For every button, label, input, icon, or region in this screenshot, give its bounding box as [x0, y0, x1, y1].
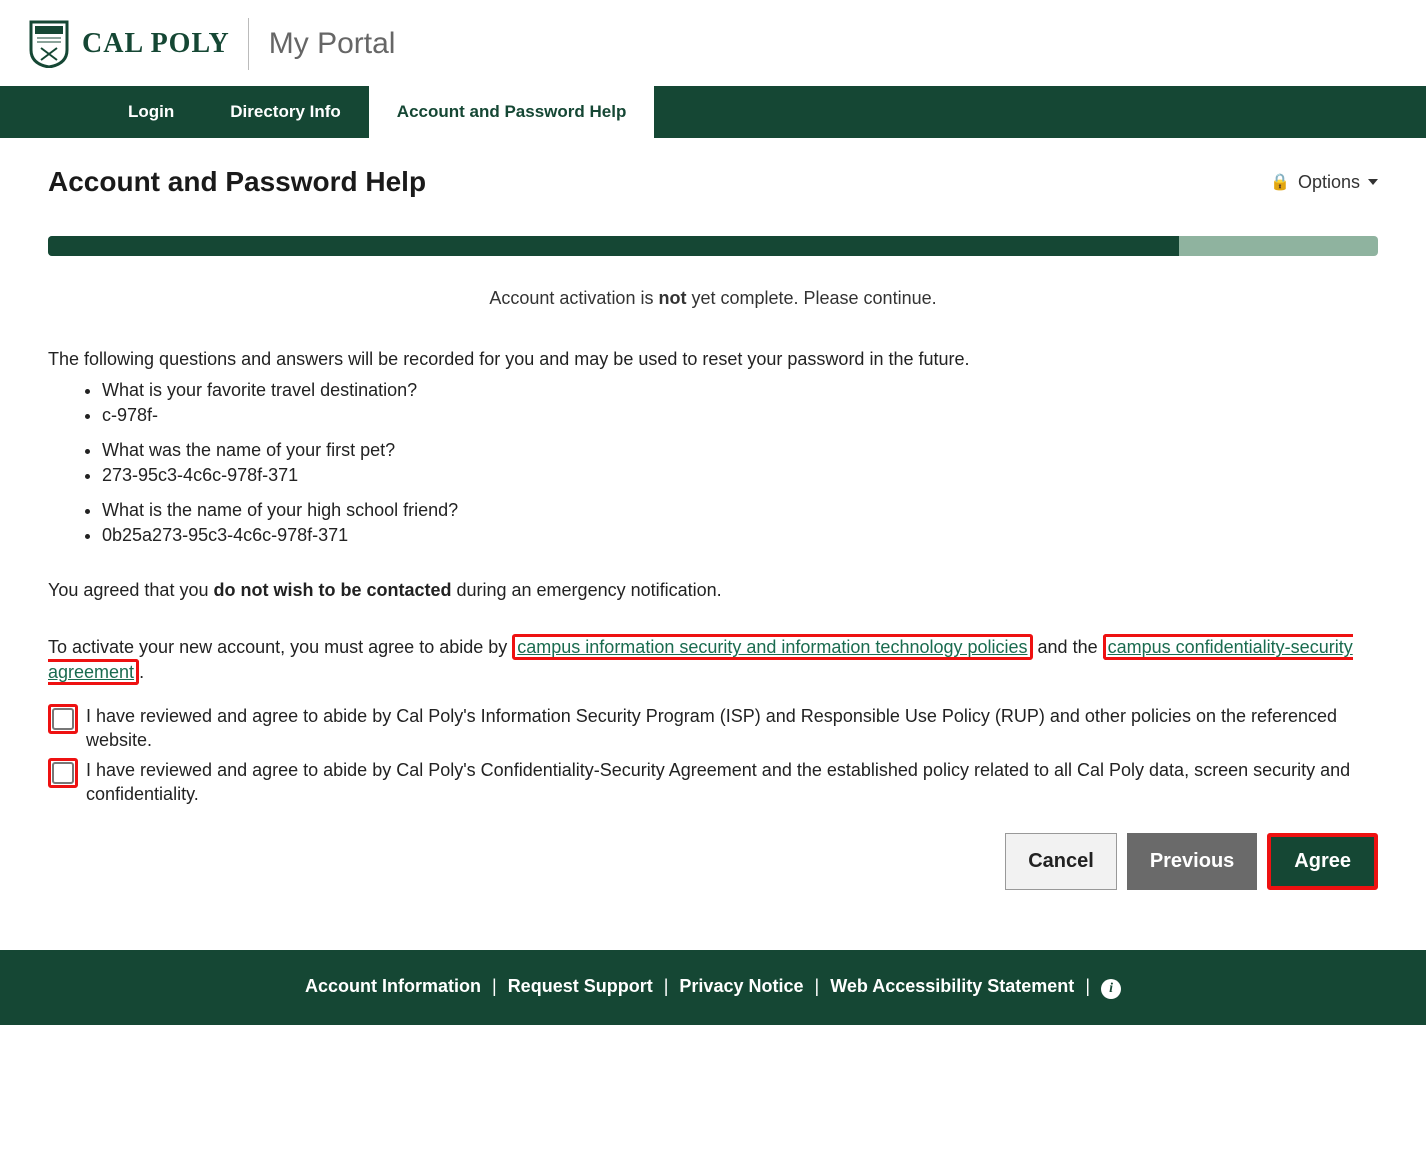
question-3: What is the name of your high school fri… [102, 500, 1378, 521]
agreement-text-1: I have reviewed and agree to abide by Ca… [86, 704, 1378, 753]
emergency-prefix: You agreed that you [48, 580, 213, 600]
answer-1: c-978f- [102, 405, 1378, 426]
activate-instruction: To activate your new account, you must a… [48, 635, 1378, 685]
status-bold: not [658, 288, 686, 308]
footer-sep: | [1085, 976, 1090, 996]
status-suffix: yet complete. Please continue. [686, 288, 936, 308]
header: CAL POLY My Portal [0, 0, 1426, 86]
agreement-row-1: I have reviewed and agree to abide by Ca… [48, 704, 1378, 753]
emergency-suffix: during an emergency notification. [451, 580, 721, 600]
qa-list: What is your favorite travel destination… [48, 380, 1378, 546]
lock-icon: 🔒 [1270, 172, 1290, 192]
options-dropdown[interactable]: 🔒 Options [1270, 172, 1378, 193]
footer-link-accessibility[interactable]: Web Accessibility Statement [830, 976, 1074, 996]
agreements: I have reviewed and agree to abide by Ca… [48, 704, 1378, 807]
agreement-row-2: I have reviewed and agree to abide by Ca… [48, 758, 1378, 807]
status-message: Account activation is not yet complete. … [48, 288, 1378, 309]
footer-sep: | [664, 976, 669, 996]
emergency-bold: do not wish to be contacted [213, 580, 451, 600]
intro-text: The following questions and answers will… [48, 349, 1378, 370]
footer-link-account-info[interactable]: Account Information [305, 976, 481, 996]
chevron-down-icon [1368, 179, 1378, 185]
emergency-notice: You agreed that you do not wish to be co… [48, 578, 1378, 603]
activate-prefix: To activate your new account, you must a… [48, 637, 512, 657]
footer: Account Information | Request Support | … [0, 950, 1426, 1025]
link-info-security-policies[interactable]: campus information security and informat… [517, 637, 1027, 657]
button-row: Cancel Previous Agree [48, 833, 1378, 890]
footer-sep: | [492, 976, 497, 996]
page-title: Account and Password Help [48, 166, 426, 198]
main-content: Account and Password Help 🔒 Options Acco… [0, 138, 1426, 922]
nav-bar: Login Directory Info Account and Passwor… [0, 86, 1426, 138]
activate-end: . [139, 662, 144, 682]
answer-2: 273-95c3-4c6c-978f-371 [102, 465, 1378, 486]
previous-button[interactable]: Previous [1127, 833, 1257, 890]
calpoly-shield-icon [28, 20, 70, 68]
agree-button[interactable]: Agree [1271, 837, 1374, 886]
progress-bar [48, 236, 1378, 256]
footer-link-privacy-notice[interactable]: Privacy Notice [679, 976, 803, 996]
footer-sep: | [815, 976, 820, 996]
logo-text: CAL POLY [82, 28, 230, 60]
checkbox-isp-rup[interactable] [52, 708, 74, 730]
portal-title: My Portal [269, 27, 396, 61]
agreement-text-2: I have reviewed and agree to abide by Ca… [86, 758, 1378, 807]
footer-link-request-support[interactable]: Request Support [508, 976, 653, 996]
tab-directory-info[interactable]: Directory Info [202, 86, 369, 138]
divider [248, 18, 249, 70]
tab-login[interactable]: Login [100, 86, 202, 138]
question-1: What is your favorite travel destination… [102, 380, 1378, 401]
answer-3: 0b25a273-95c3-4c6c-978f-371 [102, 525, 1378, 546]
tab-account-password-help[interactable]: Account and Password Help [369, 86, 655, 138]
info-icon[interactable]: i [1101, 979, 1121, 999]
cancel-button[interactable]: Cancel [1005, 833, 1117, 890]
question-2: What was the name of your first pet? [102, 440, 1378, 461]
activate-mid: and the [1033, 637, 1103, 657]
checkbox-confidentiality[interactable] [52, 762, 74, 784]
status-prefix: Account activation is [489, 288, 658, 308]
options-label: Options [1298, 172, 1360, 193]
progress-fill [48, 236, 1179, 256]
